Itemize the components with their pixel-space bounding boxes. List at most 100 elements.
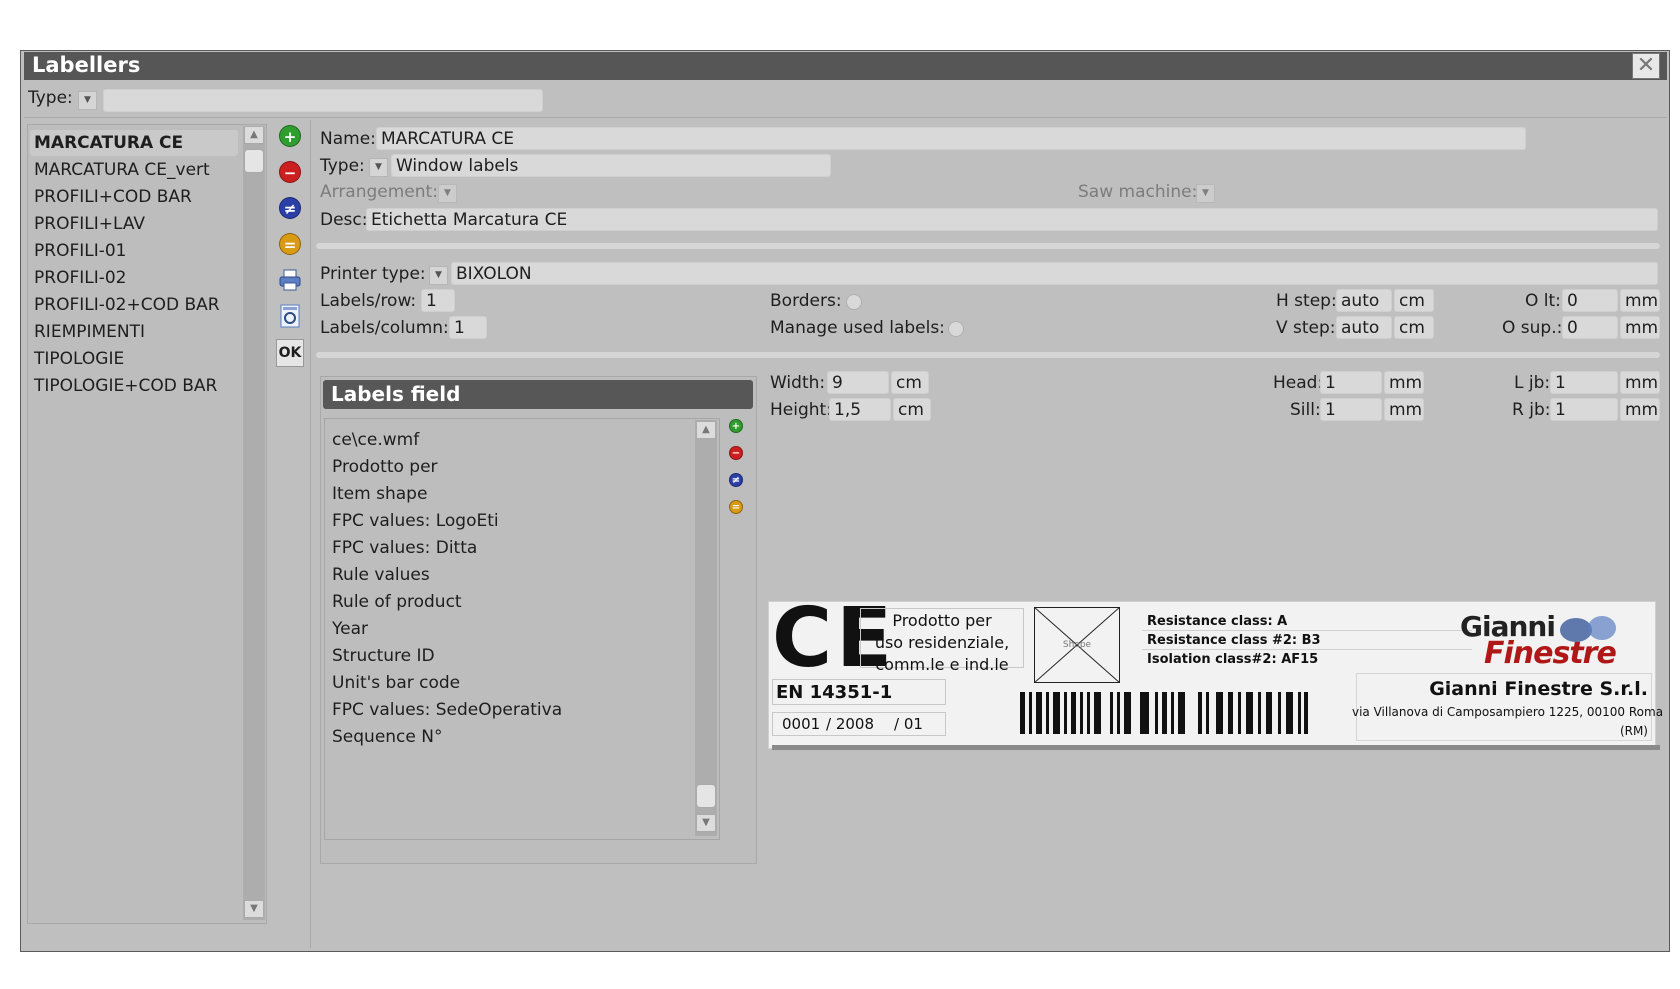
ok-button[interactable]: OK	[276, 339, 304, 367]
o-sup-unit: mm	[1620, 316, 1660, 339]
list-item[interactable]: Year	[332, 619, 368, 639]
width-field[interactable]: 9	[827, 371, 889, 394]
type-label: Type:	[320, 156, 365, 176]
scroll-down-icon[interactable]: ▼	[696, 814, 716, 832]
manage-used-labels-radio[interactable]	[948, 321, 964, 337]
list-scroll-thumb[interactable]	[244, 149, 264, 173]
printer-type-dropdown-icon[interactable]: ▼	[429, 266, 448, 285]
list-item[interactable]: ce\ce.wmf	[332, 430, 419, 450]
list-item[interactable]: TIPOLOGIE	[34, 349, 124, 369]
o-sup-label: O sup.:	[1502, 318, 1563, 338]
list-item[interactable]: FPC values: LogoEti	[332, 511, 499, 531]
scroll-down-icon[interactable]: ▼	[244, 900, 264, 918]
arrangement-dropdown-icon[interactable]: ▼	[438, 184, 457, 203]
list-item[interactable]: MARCATURA CE_vert	[34, 160, 210, 180]
add-button[interactable]: +	[276, 122, 304, 150]
minus-icon: =	[729, 500, 743, 514]
v-step-label: V step:	[1276, 318, 1336, 338]
code-part: / 01	[894, 715, 923, 733]
close-button[interactable]: ✕	[1632, 53, 1660, 79]
edit-button[interactable]: ≠	[276, 194, 304, 222]
prodotto-line: comm.le e ind.le	[875, 655, 1009, 674]
height-label: Height:	[770, 400, 832, 420]
list-item[interactable]: MARCATURA CE	[34, 133, 183, 153]
head-unit: mm	[1384, 371, 1424, 394]
list-item[interactable]: PROFILI-02+COD BAR	[34, 295, 220, 315]
standard-text: EN 14351-1	[776, 682, 893, 703]
labels-field-scroll-thumb[interactable]	[696, 784, 716, 808]
r-jb-field[interactable]: 1	[1550, 398, 1618, 421]
type-filter-dropdown-icon[interactable]: ▼	[78, 91, 97, 110]
h-step-unit: cm	[1394, 289, 1434, 312]
h-step-field[interactable]: auto	[1336, 289, 1392, 312]
minus-button[interactable]: =	[276, 230, 304, 258]
scroll-up-icon[interactable]: ▲	[696, 421, 716, 439]
labels-column-field[interactable]: 1	[449, 316, 487, 339]
o-lt-field[interactable]: 0	[1562, 289, 1618, 312]
print-button[interactable]	[276, 266, 304, 294]
mail-button[interactable]	[276, 302, 304, 330]
list-item[interactable]: Prodotto per	[332, 457, 438, 477]
labels-field-scrollbar[interactable]	[695, 420, 717, 836]
edit-icon: ≠	[729, 473, 743, 487]
sill-field[interactable]: 1	[1320, 398, 1382, 421]
labels-field-title: Labels field	[323, 380, 753, 409]
name-field[interactable]: MARCATURA CE	[376, 127, 1526, 150]
shape-text: Shape	[1062, 640, 1092, 650]
list-item[interactable]: Rule of product	[332, 592, 462, 612]
isolation-class-text: Isolation class#2: AF15	[1147, 652, 1319, 667]
h-step-label: H step:	[1276, 291, 1337, 311]
manage-used-labels-label: Manage used labels:	[770, 318, 945, 338]
company-name: Gianni Finestre S.r.l.	[1429, 678, 1648, 700]
arrangement-label: Arrangement:	[320, 182, 438, 202]
v-step-field[interactable]: auto	[1336, 316, 1392, 339]
list-item[interactable]: PROFILI+COD BAR	[34, 187, 192, 207]
list-item[interactable]: PROFILI-01	[34, 241, 127, 261]
head-label: Head:	[1273, 373, 1324, 393]
panel-divider	[310, 120, 311, 948]
code-part: / 2008	[826, 715, 874, 733]
add-icon: +	[729, 419, 743, 433]
divider	[24, 117, 1667, 118]
field-edit-button[interactable]: ≠	[729, 473, 743, 487]
delete-icon: −	[279, 161, 301, 183]
list-item[interactable]: TIPOLOGIE+COD BAR	[34, 376, 217, 396]
field-delete-button[interactable]: −	[729, 446, 743, 460]
scroll-up-icon[interactable]: ▲	[244, 126, 264, 144]
l-jb-field[interactable]: 1	[1550, 371, 1618, 394]
list-item[interactable]: FPC values: SedeOperativa	[332, 700, 562, 720]
desc-field[interactable]: Etichetta Marcatura CE	[366, 208, 1658, 231]
borders-radio[interactable]	[846, 294, 862, 310]
list-item[interactable]: RIEMPIMENTI	[34, 322, 145, 342]
r-jb-label: R jb:	[1512, 400, 1551, 420]
printer-type-label: Printer type:	[320, 264, 426, 284]
window-title: Labellers	[32, 53, 141, 77]
list-item[interactable]: Unit's bar code	[332, 673, 460, 693]
l-jb-label: L jb:	[1514, 373, 1551, 393]
r-jb-unit: mm	[1620, 398, 1660, 421]
type-dropdown-icon[interactable]: ▼	[369, 158, 388, 177]
height-field[interactable]: 1,5	[829, 398, 891, 421]
field-minus-button[interactable]: =	[729, 500, 743, 514]
type-field[interactable]: Window labels	[391, 154, 831, 177]
delete-button[interactable]: −	[276, 158, 304, 186]
list-scrollbar[interactable]	[243, 126, 265, 920]
list-item[interactable]: Rule values	[332, 565, 430, 585]
list-item[interactable]: PROFILI+LAV	[34, 214, 145, 234]
list-item[interactable]: PROFILI-02	[34, 268, 127, 288]
saw-machine-dropdown-icon[interactable]: ▼	[1196, 184, 1215, 203]
list-item[interactable]: Sequence N°	[332, 727, 442, 747]
o-sup-field[interactable]: 0	[1562, 316, 1618, 339]
list-item[interactable]: Structure ID	[332, 646, 435, 666]
delete-icon: −	[729, 446, 743, 460]
head-field[interactable]: 1	[1320, 371, 1382, 394]
labels-row-field[interactable]: 1	[421, 289, 455, 312]
list-item[interactable]: FPC values: Ditta	[332, 538, 477, 558]
resistance-class-2-text: Resistance class #2: B3	[1147, 633, 1321, 648]
height-unit: cm	[893, 398, 931, 421]
type-filter-field[interactable]	[103, 89, 543, 112]
printer-type-field[interactable]: BIXOLON	[451, 262, 1658, 285]
field-add-button[interactable]: +	[729, 419, 743, 433]
list-item[interactable]: Item shape	[332, 484, 427, 504]
saw-machine-label: Saw machine:	[1078, 182, 1198, 202]
